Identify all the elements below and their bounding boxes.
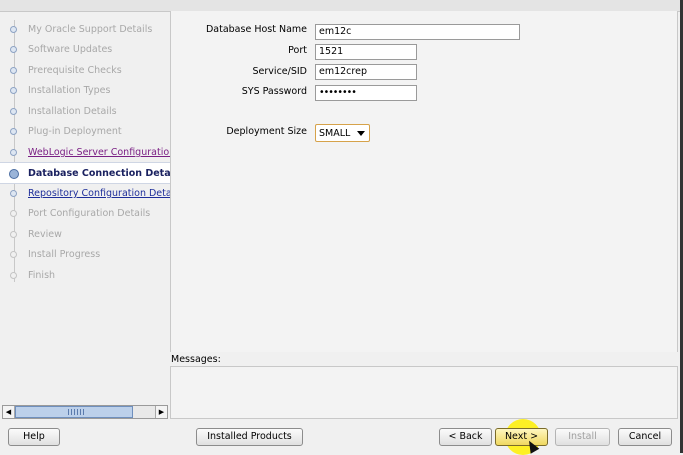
- current-step-icon: [9, 169, 19, 179]
- messages-area: [170, 366, 678, 419]
- step-review: Review: [0, 225, 170, 245]
- step-label: Plug-in Deployment: [28, 126, 122, 137]
- step-label: Prerequisite Checks: [28, 65, 122, 76]
- step-dot-icon: [10, 149, 17, 156]
- nav-horizontal-scrollbar[interactable]: ◀ ▶: [2, 405, 168, 419]
- step-finish: Finish: [0, 266, 170, 286]
- scroll-right-arrow-icon[interactable]: ▶: [155, 406, 167, 418]
- wizard-step-nav: My Oracle Support Details Software Updat…: [0, 12, 183, 405]
- back-button[interactable]: < Back: [439, 428, 492, 446]
- step-prerequisite-checks: Prerequisite Checks: [0, 61, 170, 81]
- step-database-connection-details: Database Connection Details: [0, 162, 183, 184]
- deployment-size-select[interactable]: SMALL: [315, 124, 370, 142]
- step-dot-icon: [10, 190, 17, 197]
- step-dot-icon: [10, 26, 17, 33]
- scrollbar-thumb[interactable]: [15, 406, 133, 418]
- step-dot-icon: [10, 251, 17, 258]
- port-input[interactable]: 1521: [315, 44, 417, 60]
- step-dot-icon: [10, 272, 17, 279]
- step-label: My Oracle Support Details: [28, 24, 153, 35]
- step-dot-icon: [10, 231, 17, 238]
- step-installation-details: Installation Details: [0, 102, 170, 122]
- step-dot-icon: [10, 87, 17, 94]
- step-installation-types: Installation Types: [0, 81, 170, 101]
- step-label: Port Configuration Details: [28, 208, 151, 219]
- step-software-updates: Software Updates: [0, 40, 170, 60]
- step-link[interactable]: Repository Configuration Detai: [28, 188, 174, 199]
- deployment-size-label: Deployment Size: [226, 126, 307, 137]
- step-dot-icon: [10, 46, 17, 53]
- step-label: Review: [28, 229, 62, 240]
- step-label: Finish: [28, 270, 56, 281]
- installed-products-button[interactable]: Installed Products: [196, 428, 303, 446]
- install-button[interactable]: Install: [555, 428, 610, 446]
- next-button[interactable]: Next >: [495, 428, 548, 446]
- step-port-configuration: Port Configuration Details: [0, 204, 170, 224]
- step-label: Install Progress: [28, 249, 101, 260]
- cancel-button[interactable]: Cancel: [618, 428, 672, 446]
- host-name-input[interactable]: em12c: [315, 24, 520, 40]
- chevron-down-icon: [357, 131, 365, 136]
- step-label: Installation Details: [28, 106, 117, 117]
- step-install-progress: Install Progress: [0, 245, 170, 265]
- current-step-label: Database Connection Details: [28, 168, 183, 179]
- step-label: Software Updates: [28, 44, 113, 55]
- step-dot-icon: [10, 67, 17, 74]
- step-weblogic-server-configuration[interactable]: WebLogic Server Configuration: [0, 143, 175, 163]
- scrollbar-grip-icon: [68, 409, 84, 415]
- database-connection-form: Database Host Name em12c Port 1521 Servi…: [170, 11, 678, 352]
- help-button[interactable]: Help: [8, 428, 60, 446]
- step-my-oracle-support: My Oracle Support Details: [0, 20, 170, 40]
- step-plugin-deployment: Plug-in Deployment: [0, 122, 170, 142]
- step-repository-configuration[interactable]: Repository Configuration Detai: [0, 184, 174, 204]
- step-dot-icon: [10, 128, 17, 135]
- service-sid-input[interactable]: em12crep: [315, 64, 417, 80]
- host-name-label: Database Host Name: [205, 24, 307, 35]
- sys-password-label: SYS Password: [241, 86, 307, 97]
- deployment-size-value: SMALL: [319, 128, 351, 139]
- step-dot-icon: [10, 108, 17, 115]
- step-dot-icon: [10, 210, 17, 217]
- step-label: Installation Types: [28, 85, 111, 96]
- port-label: Port: [288, 45, 307, 56]
- messages-label: Messages:: [171, 354, 221, 365]
- scroll-left-arrow-icon[interactable]: ◀: [3, 406, 15, 418]
- service-sid-label: Service/SID: [252, 66, 307, 77]
- sys-password-input[interactable]: ••••••••: [315, 85, 417, 101]
- step-link[interactable]: WebLogic Server Configuration: [28, 147, 175, 158]
